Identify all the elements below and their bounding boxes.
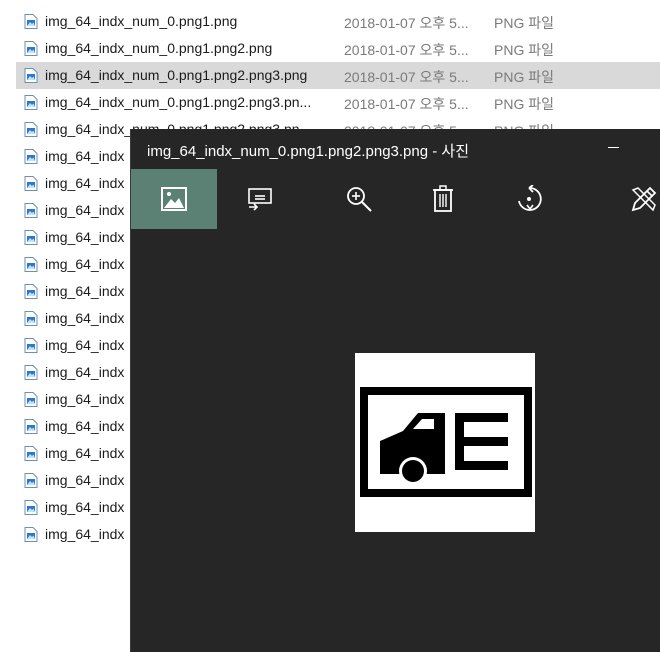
png-file-icon: [24, 392, 38, 407]
slideshow-button[interactable]: [217, 169, 303, 229]
delete-button[interactable]: [400, 169, 486, 229]
png-file-icon: [24, 203, 38, 218]
file-name: img_64_indx_num_0.png1.png2.png3.pn...: [45, 94, 312, 110]
viewer-toolbar: [131, 169, 660, 229]
edit-button[interactable]: [601, 169, 660, 229]
file-name: img_64_indx: [45, 445, 125, 461]
file-date: 2018-01-07 오후 5...: [344, 15, 469, 31]
minimize-button[interactable]: [599, 137, 627, 159]
png-file-icon: [24, 149, 38, 164]
window-title: img_64_indx_num_0.png1.png2.png3.png - 사…: [147, 143, 469, 160]
minimize-icon: [608, 147, 619, 148]
png-file-icon: [24, 338, 38, 353]
png-file-icon: [24, 41, 38, 56]
png-file-icon: [24, 122, 38, 137]
png-file-icon: [24, 311, 38, 326]
file-date: 2018-01-07 오후 5...: [344, 42, 469, 58]
file-name: img_64_indx: [45, 418, 125, 434]
file-type: PNG 파일: [494, 96, 554, 112]
png-file-icon: [24, 527, 38, 542]
file-name: img_64_indx: [45, 256, 125, 272]
png-file-icon: [24, 365, 38, 380]
zoom-in-icon: [347, 187, 372, 212]
png-file-icon: [24, 230, 38, 245]
viewer-titlebar[interactable]: img_64_indx_num_0.png1.png2.png3.png - 사…: [131, 129, 660, 169]
png-file-icon: [24, 68, 38, 83]
png-file-icon: [24, 176, 38, 191]
png-file-icon: [24, 473, 38, 488]
file-name: img_64_indx: [45, 229, 125, 245]
file-row[interactable]: img_64_indx_num_0.png1.png2.png3.png 2018…: [16, 62, 660, 89]
vehicle-card-icon: [355, 353, 535, 532]
file-name: img_64_indx_num_0.png1.png2.png: [45, 40, 273, 56]
photo-canvas[interactable]: [131, 229, 660, 652]
edit-pen-icon: [631, 186, 657, 212]
displayed-photo: [355, 353, 535, 532]
file-date: 2018-01-07 오후 5...: [344, 69, 469, 85]
file-name: img_64_indx: [45, 148, 125, 164]
png-file-icon: [24, 419, 38, 434]
file-name: img_64_indx_num_0.png1.png2.png3.png: [45, 67, 308, 83]
png-file-icon: [24, 500, 38, 515]
file-name: img_64_indx: [45, 364, 125, 380]
png-file-icon: [24, 284, 38, 299]
file-row[interactable]: img_64_indx_num_0.png1.png2.png3.pn... 20…: [16, 89, 660, 116]
file-row[interactable]: img_64_indx_num_0.png1.png 2018-01-07 오후 …: [16, 8, 660, 35]
png-file-icon: [24, 257, 38, 272]
png-file-icon: [24, 14, 38, 29]
file-row[interactable]: img_64_indx_num_0.png1.png2.png 2018-01-0…: [16, 35, 660, 62]
file-name: img_64_indx: [45, 391, 125, 407]
photos-viewer-window: img_64_indx_num_0.png1.png2.png3.png - 사…: [131, 129, 660, 652]
file-date: 2018-01-07 오후 5...: [344, 96, 469, 112]
collection-button[interactable]: [131, 169, 217, 229]
file-type: PNG 파일: [494, 42, 554, 58]
zoom-button[interactable]: [316, 169, 402, 229]
file-name: img_64_indx: [45, 472, 125, 488]
image-icon: [161, 187, 187, 211]
file-name: img_64_indx: [45, 175, 125, 191]
file-name: img_64_indx_num_0.png1.png: [45, 13, 238, 29]
file-type: PNG 파일: [494, 15, 554, 31]
file-name: img_64_indx: [45, 526, 125, 542]
file-name: img_64_indx: [45, 499, 125, 515]
slideshow-icon: [248, 188, 272, 211]
file-name: img_64_indx: [45, 337, 125, 353]
png-file-icon: [24, 95, 38, 110]
file-name: img_64_indx: [45, 283, 125, 299]
rotate-icon: [518, 185, 542, 211]
trash-icon: [433, 185, 453, 212]
file-type: PNG 파일: [494, 69, 554, 85]
png-file-icon: [24, 446, 38, 461]
rotate-button[interactable]: [486, 169, 572, 229]
file-name: img_64_indx: [45, 202, 125, 218]
file-name: img_64_indx: [45, 310, 125, 326]
